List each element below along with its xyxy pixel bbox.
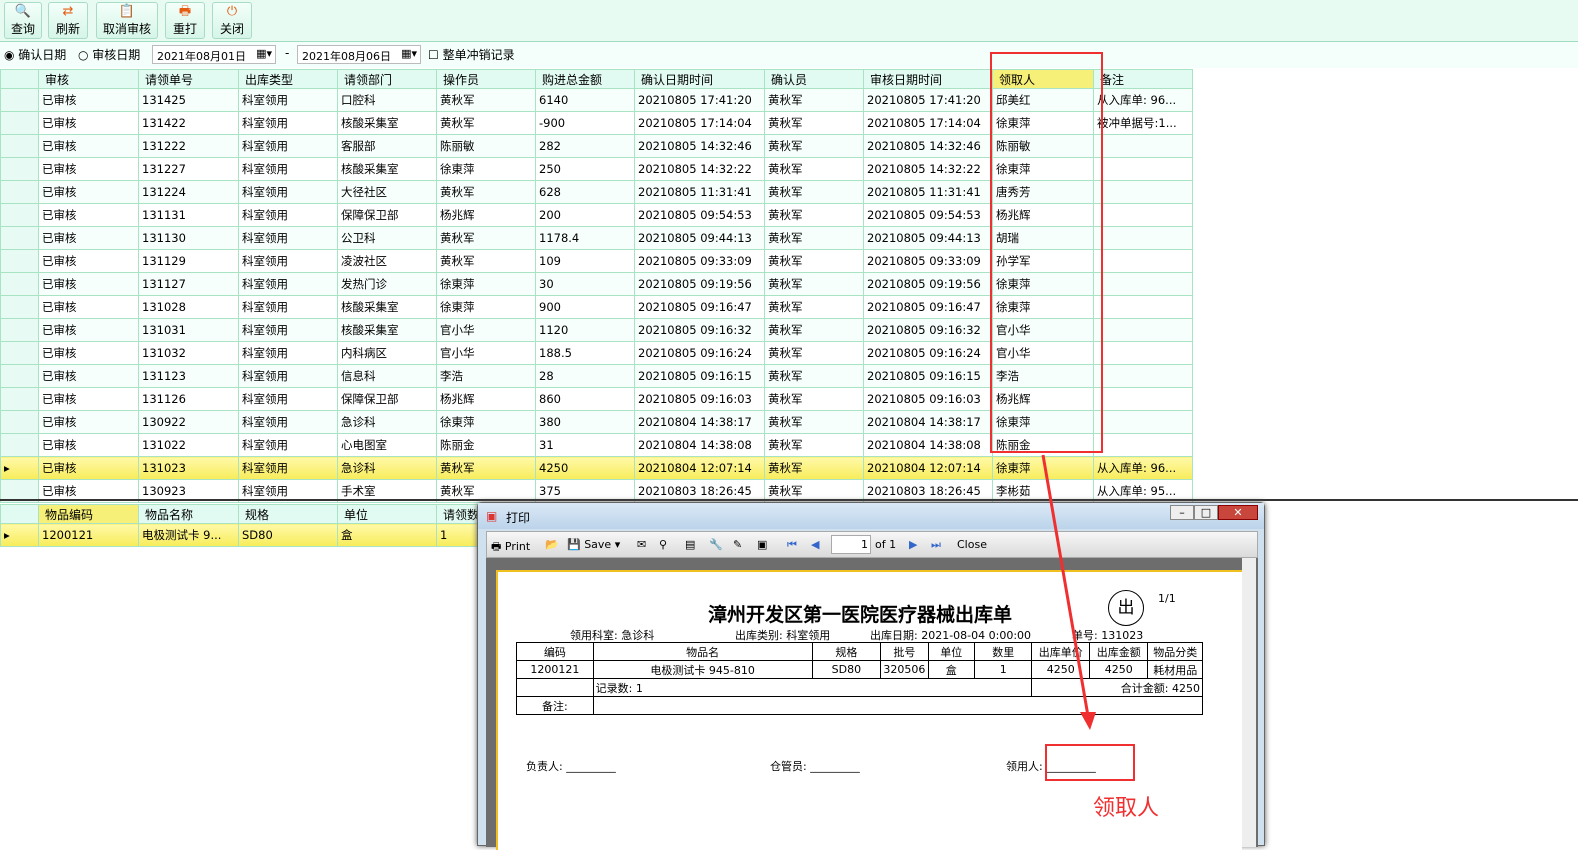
arrow-line [1041,454,1090,717]
arrow-head [1080,712,1096,730]
annotation-box-receiver-sign [1045,744,1135,781]
annotation-arrow [1041,454,1096,730]
annotation-label: 领取人 [1093,796,1160,821]
